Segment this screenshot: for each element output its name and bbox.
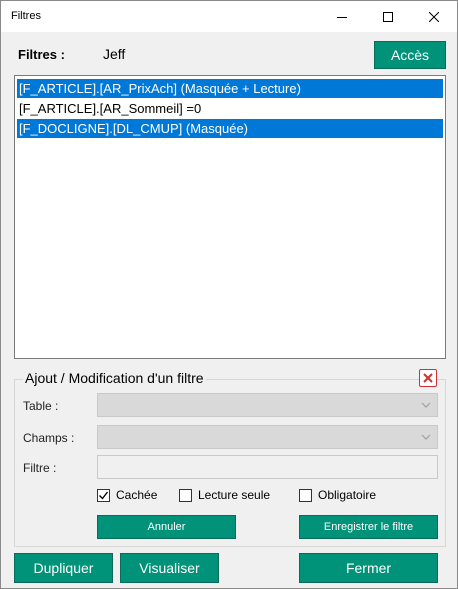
cancel-button[interactable]: Annuler [97,515,236,539]
window-title: Filtres [11,10,41,22]
checkbox-box[interactable] [299,488,312,502]
list-item[interactable]: [F_ARTICLE].[AR_PrixAch] (Masquée + Lect… [17,79,443,98]
filter-label: Filtre : [23,461,57,475]
table-label: Table : [23,399,59,413]
fields-select[interactable] [97,425,438,449]
maximize-icon [383,11,393,22]
hidden-checkbox[interactable]: Cachée [97,488,157,502]
checkbox-label: Obligatoire [318,488,377,502]
list-item[interactable]: [F_ARTICLE].[AR_Sommeil] =0 [17,99,443,118]
duplicate-button[interactable]: Dupliquer [14,553,113,583]
close-icon [429,11,439,22]
checkbox-box[interactable] [97,488,110,502]
mandatory-checkbox[interactable]: Obligatoire [299,488,376,502]
chevron-down-icon [421,402,431,408]
filter-input[interactable] [97,455,438,479]
close-window-button[interactable] [411,1,457,32]
chevron-down-icon [421,434,431,440]
view-button[interactable]: Visualiser [120,553,219,583]
title-bar: Filtres [1,1,457,32]
edit-filter-group-title: Ajout / Modification d'un filtre [23,370,206,386]
clear-filter-button[interactable] [419,369,437,387]
user-name: Jeff [103,46,126,62]
maximize-button[interactable] [365,1,411,32]
close-button[interactable]: Fermer [299,553,438,583]
table-select[interactable] [97,393,438,417]
minimize-icon [337,16,347,18]
checkbox-label: Lecture seule [198,488,271,502]
filters-list[interactable]: [F_ARTICLE].[AR_PrixAch] (Masquée + Lect… [14,75,446,359]
fields-label: Champs : [23,431,75,445]
check-icon [99,491,109,500]
save-filter-button[interactable]: Enregistrer le filtre [299,515,438,539]
checkbox-label: Cachée [116,488,158,502]
access-button[interactable]: Accès [374,41,446,69]
minimize-button[interactable] [319,1,365,32]
readonly-checkbox[interactable]: Lecture seule [179,488,270,502]
filters-label: Filtres : [18,47,65,62]
filters-window: Filtres Filtres : Jeff Accès [F_ARTICLE]… [0,0,458,589]
list-item[interactable]: [F_DOCLIGNE].[DL_CMUP] (Masquée) [17,119,443,138]
checkbox-box[interactable] [179,488,192,502]
close-red-icon [423,373,433,383]
